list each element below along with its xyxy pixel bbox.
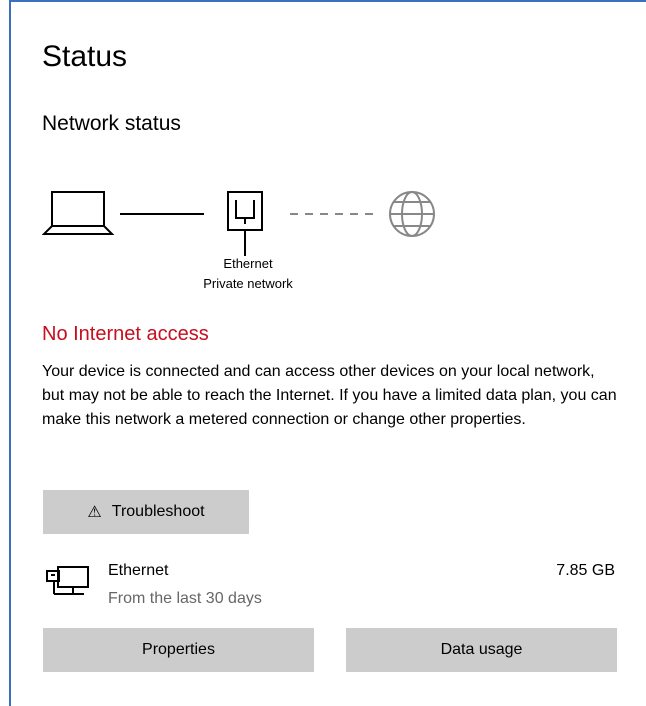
window-border-left (9, 0, 11, 706)
internet-status-description: Your device is connected and can access … (42, 363, 617, 428)
window-border-top (9, 0, 646, 2)
laptop-icon (42, 191, 115, 235)
section-title-network-status: Network status (42, 112, 181, 135)
connection-type-label: Private network (203, 276, 293, 291)
troubleshoot-button[interactable]: ⚠ Troubleshoot (43, 490, 249, 534)
usage-period: From the last 30 days (108, 590, 262, 607)
troubleshoot-label: Troubleshoot (111, 503, 205, 520)
globe-icon (389, 191, 435, 237)
data-usage-button[interactable]: Data usage (346, 628, 617, 672)
page-title: Status (42, 40, 128, 73)
usage-amount: 7.85 GB (556, 562, 615, 579)
properties-button[interactable]: Properties (43, 628, 314, 672)
usage-adapter-name: Ethernet (108, 562, 169, 579)
connection-name-label: Ethernet (223, 256, 273, 271)
ethernet-port-icon (227, 191, 263, 256)
ethernet-adapter-icon (46, 566, 89, 595)
internet-status-heading: No Internet access (42, 323, 209, 345)
network-diagram: Ethernet Private network (42, 178, 462, 308)
warning-icon: ⚠ (87, 504, 102, 521)
